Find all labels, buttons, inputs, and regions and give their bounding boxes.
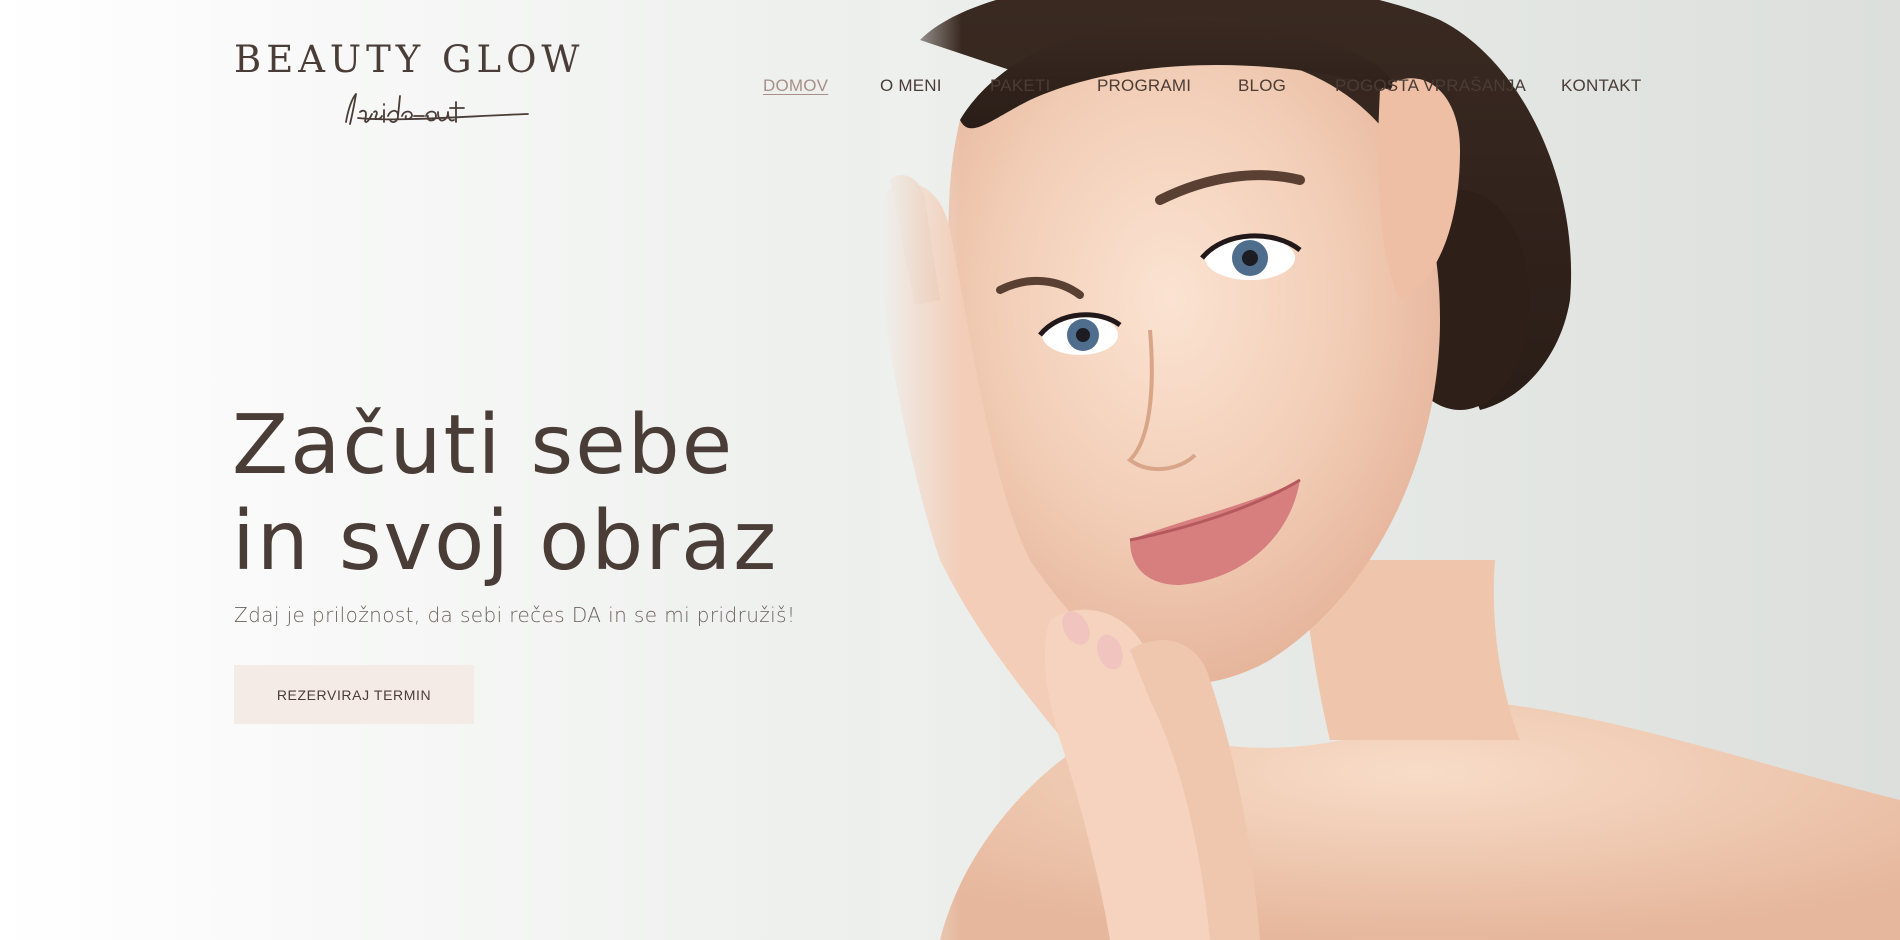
hero-portrait-image — [880, 0, 1900, 940]
hero-headline-line-2: in svoj obraz — [232, 494, 779, 589]
book-appointment-button[interactable]: REZERVIRAJ TERMIN — [234, 665, 474, 724]
site-header: BEAUTY GLOW DOMOV O MENI PAKETI PROGRAMI… — [0, 0, 1900, 140]
nav-item-paketi[interactable]: PAKETI — [990, 76, 1050, 96]
inside-out-script-logo-icon — [345, 93, 529, 125]
nav-item-blog[interactable]: BLOG — [1238, 76, 1286, 96]
brand-name: BEAUTY GLOW — [234, 38, 585, 81]
nav-item-kontakt[interactable]: KONTAKT — [1561, 76, 1641, 96]
brand-logo[interactable]: BEAUTY GLOW — [234, 36, 594, 131]
hero-subtitle: Zdaj je priložnost, da sebi rečes DA in … — [234, 603, 796, 627]
hero-headline: Začuti sebe in svoj obraz — [232, 398, 778, 590]
nav-item-domov[interactable]: DOMOV — [763, 76, 828, 96]
hero-section: BEAUTY GLOW DOMOV O MENI PAKETI PROGRAMI… — [0, 0, 1900, 940]
nav-item-pogosta-vprasanja[interactable]: POGOSTA VPRAŠANJA — [1335, 76, 1526, 96]
nav-item-programi[interactable]: PROGRAMI — [1097, 76, 1191, 96]
nav-item-o-meni[interactable]: O MENI — [880, 76, 942, 96]
hero-headline-line-1: Začuti sebe — [232, 398, 735, 493]
